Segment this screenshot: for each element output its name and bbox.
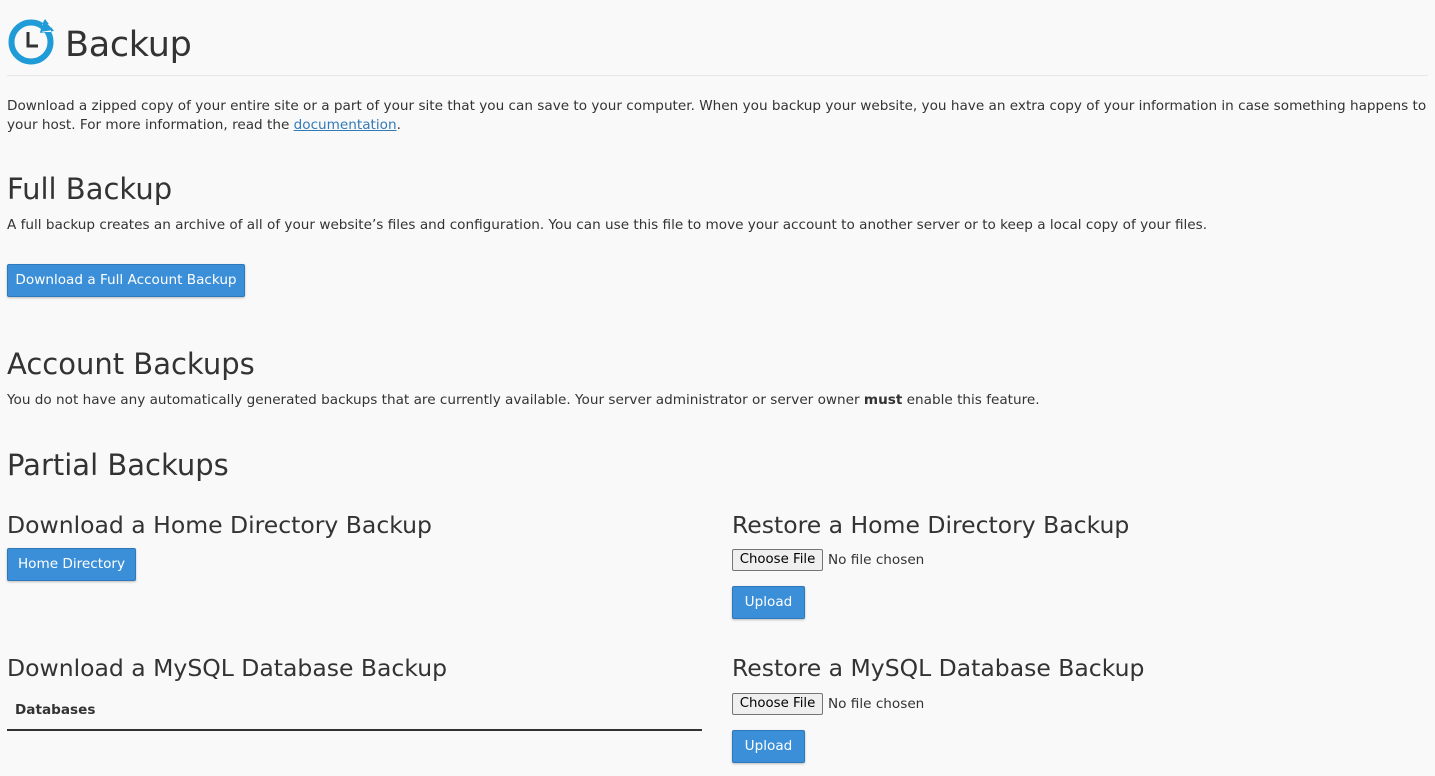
databases-table-header: Databases	[7, 697, 702, 731]
page-title: Backup	[65, 25, 192, 65]
restore-mysql-heading: Restore a MySQL Database Backup	[732, 654, 1145, 682]
mysql-file-status: No file chosen	[828, 696, 925, 712]
partial-backups-heading: Partial Backups	[7, 448, 229, 482]
mysql-file-input: Choose File No file chosen	[732, 693, 1032, 715]
home-upload-button[interactable]: Upload	[732, 586, 805, 619]
home-directory-button[interactable]: Home Directory	[7, 548, 136, 581]
home-choose-file-button[interactable]: Choose File	[732, 549, 823, 571]
download-full-backup-button[interactable]: Download a Full Account Backup	[7, 264, 245, 297]
page-header: Backup	[7, 17, 1428, 76]
full-backup-description: A full backup creates an archive of all …	[7, 217, 1208, 233]
mysql-choose-file-button[interactable]: Choose File	[732, 693, 823, 715]
restore-home-directory-heading: Restore a Home Directory Backup	[732, 511, 1130, 539]
download-home-directory-heading: Download a Home Directory Backup	[7, 511, 432, 539]
databases-column-header: Databases	[15, 702, 96, 718]
account-backups-description: You do not have any automatically genera…	[7, 392, 1040, 408]
must-emphasis: must	[863, 392, 903, 408]
download-mysql-heading: Download a MySQL Database Backup	[7, 654, 448, 682]
full-backup-heading: Full Backup	[7, 172, 173, 206]
account-backups-heading: Account Backups	[7, 347, 255, 381]
intro-text: Download a zipped copy of your entire si…	[7, 98, 1427, 133]
backup-page: Backup Download a zipped copy of your en…	[0, 0, 1435, 776]
home-file-status: No file chosen	[828, 552, 925, 568]
home-directory-file-input: Choose File No file chosen	[732, 549, 1032, 571]
documentation-link[interactable]: documentation	[294, 117, 397, 133]
mysql-upload-button[interactable]: Upload	[732, 730, 805, 763]
backup-clock-icon	[8, 19, 54, 65]
